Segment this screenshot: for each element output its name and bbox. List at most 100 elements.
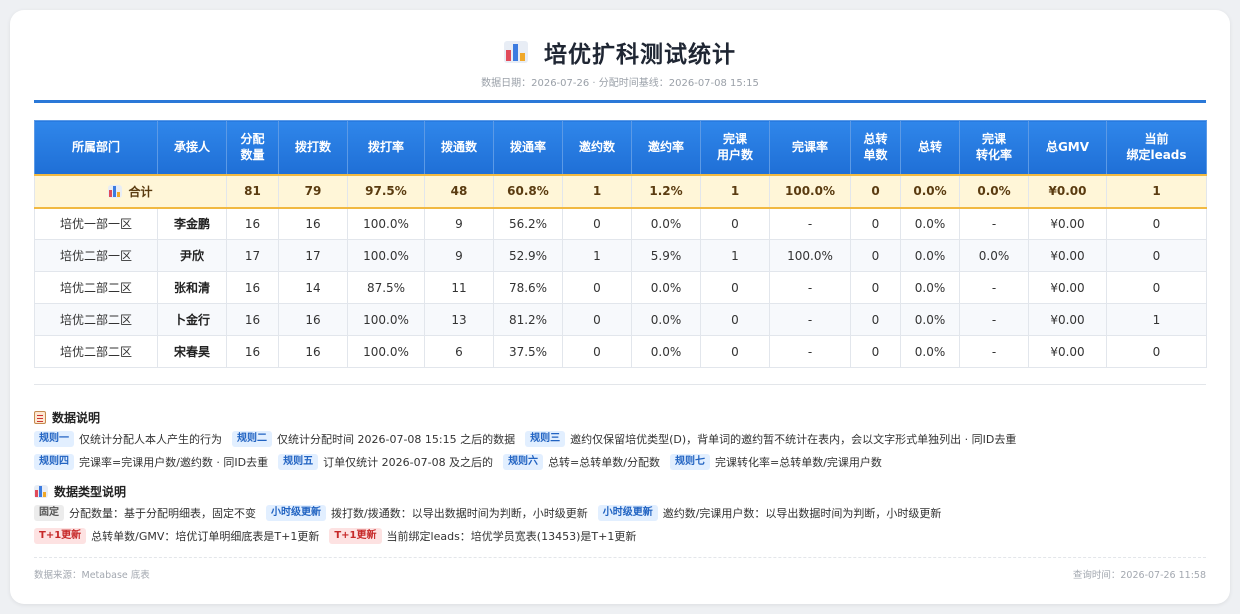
table-cell: -: [959, 207, 1029, 240]
rule-text: 仅统计分配人本人产生的行为: [79, 433, 222, 446]
table-cell: 0.0%: [631, 303, 701, 336]
column-header: 拨通率: [493, 120, 563, 175]
department-cell: 培优二部二区: [34, 271, 158, 304]
table-cell: 0.0%: [900, 239, 960, 272]
rule-text: 拨打数/拨通数：以导出数据时间为判断，小时级更新: [331, 507, 588, 520]
column-header: 拨打数: [278, 120, 348, 175]
rule-text: 完课率=完课用户数/邀约数 · 同ID去重: [79, 456, 269, 469]
table-cell: ¥0.00: [1028, 271, 1107, 304]
table-cell: 0.0%: [959, 239, 1029, 272]
table-cell: 0: [850, 271, 901, 304]
table-cell: 1: [562, 239, 632, 272]
rule-tag: 规则二: [232, 431, 272, 447]
column-header: 分配 数量: [226, 120, 279, 175]
table-cell: 16: [278, 207, 348, 240]
note-line: T+1更新 总转单数/GMV：培优订单明细底表是T+1更新 T+1更新 当前绑定lea…: [34, 526, 1206, 546]
table-cell: 0: [562, 271, 632, 304]
column-header: 总转: [900, 120, 960, 175]
table-row: 培优二部二区 张和清 16 14 87.5% 11 78.6% 0 0.0% 0-0 0.0% - ¥0…: [34, 271, 1207, 304]
total-cell: 100.0%: [769, 173, 851, 209]
total-cell: 1: [1106, 173, 1207, 209]
column-header: 邀约数: [562, 120, 632, 175]
column-header: 拨通数: [424, 120, 494, 175]
table-cell: 1: [700, 239, 770, 272]
page-subtitle: 数据日期：2026-07-26 · 分配时间基线：2026-07-08 15:1…: [481, 78, 759, 89]
column-header: 总转 单数: [850, 120, 901, 175]
table-cell: 100.0%: [347, 239, 425, 272]
total-cell: 1: [562, 173, 632, 209]
table-cell: 16: [226, 335, 279, 368]
table-cell: 0: [850, 303, 901, 336]
rule-tag: 规则一: [34, 431, 74, 447]
rule-text: 总转=总转单数/分配数: [548, 456, 660, 469]
department-cell: 培优二部二区: [34, 335, 158, 368]
assignee-cell: 李金鹏: [157, 207, 227, 240]
column-header: 完课 转化率: [959, 120, 1029, 175]
table-cell: 0: [1106, 271, 1207, 304]
table-cell: 100.0%: [347, 207, 425, 240]
table-cell: 16: [226, 303, 279, 336]
table-cell: 0: [700, 303, 770, 336]
footer: 数据来源：Metabase 底表 查询时间：2026-07-26 11:58: [34, 567, 1206, 581]
table-row: 培优二部一区 尹欣 17 17 100.0% 9 52.9% 1 5.9% 1 100.0% 0 0.0…: [34, 239, 1207, 272]
table-cell: 0.0%: [900, 303, 960, 336]
assignee-cell: 卜金行: [157, 303, 227, 336]
clipboard-icon: [34, 410, 46, 424]
table-cell: 16: [226, 207, 279, 240]
rule-text: 当前绑定leads：培优学员宽表(13453)是T+1更新: [386, 530, 637, 543]
rule-tag: 小时级更新: [266, 505, 326, 521]
rule-tag: 规则三: [525, 431, 566, 447]
table-cell: ¥0.00: [1028, 239, 1107, 272]
table-cell: 81.2%: [493, 303, 563, 336]
table-cell: 0.0%: [631, 335, 701, 368]
table-cell: 0.0%: [631, 207, 701, 240]
total-cell: 97.5%: [347, 173, 425, 209]
note-line: 规则一 仅统计分配人本人产生的行为 规则二 仅统计分配时间 2026-07-08 15…: [34, 429, 1206, 449]
rule-tag: 规则六: [503, 454, 544, 470]
rule-text: 邀约数/完课用户数：以导出数据时间为判断，小时级更新: [662, 507, 942, 520]
table-cell: 16: [226, 271, 279, 304]
rule-tag: 小时级更新: [597, 505, 658, 521]
column-header: 拨打率: [347, 120, 425, 175]
department-cell: 培优一部一区: [34, 207, 158, 240]
table-cell: -: [959, 271, 1029, 304]
table-cell: -: [769, 335, 851, 368]
table-cell: 16: [278, 303, 348, 336]
table-cell: 37.5%: [493, 335, 563, 368]
table-cell: -: [959, 335, 1029, 368]
rule-tag: 规则七: [670, 454, 710, 470]
table-row: 培优二部二区 卜金行 16 16 100.0% 13 81.2% 0 0.0% 0-0 0.0% - ¥…: [34, 303, 1207, 336]
table-cell: 6: [424, 335, 494, 368]
table-cell: 0: [700, 335, 770, 368]
table-cell: 87.5%: [347, 271, 425, 304]
column-header: 当前 绑定leads: [1106, 120, 1207, 175]
footer-divider: [34, 557, 1206, 558]
column-header: 总GMV: [1028, 120, 1107, 175]
rule-tag: T+1更新: [34, 528, 87, 544]
data-notes-title: 数据说明: [52, 410, 101, 425]
table-cell: 16: [278, 335, 348, 368]
data-types-title: 数据类型说明: [54, 484, 127, 499]
report-card: 培优扩科测试统计 数据日期：2026-07-26 · 分配时间基线：2026-0…: [10, 10, 1230, 604]
table-cell: 0.0%: [900, 335, 960, 368]
total-cell: 0.0%: [900, 173, 960, 209]
table-header-row: 所属部门 承接人 分配 数量 拨打数 拨打率 拨通数 拨通率 邀约数 邀约率 完课 用户数 完课率 总转单…: [34, 120, 1207, 175]
table-cell: 0.0%: [900, 207, 960, 240]
table-cell: 100.0%: [347, 303, 425, 336]
table-cell: 0: [700, 271, 770, 304]
total-row: 合计 81 79 97.5% 48 60.8% 1 1.2% 1 100.0% 0 0.0% 0.0% ¥…: [34, 173, 1207, 209]
table-cell: 0: [562, 303, 632, 336]
report-header: 培优扩科测试统计 数据日期：2026-07-26 · 分配时间基线：2026-0…: [10, 34, 1230, 89]
total-label: 合计: [128, 184, 153, 199]
data-source: 数据来源：Metabase 底表: [34, 570, 150, 581]
rule-text: 邀约仅保留培优类型(D)，背单词的邀约暂不统计在表内，会以文字形式单独列出 · …: [570, 433, 1017, 446]
table-cell: ¥0.00: [1028, 335, 1107, 368]
table-cell: 5.9%: [631, 239, 701, 272]
table-cell: -: [959, 303, 1029, 336]
assignee-cell: 宋春昊: [157, 335, 227, 368]
table-cell: 0: [562, 335, 632, 368]
column-header: 完课 用户数: [700, 120, 770, 175]
table-cell: 100.0%: [347, 335, 425, 368]
column-header: 所属部门: [34, 120, 158, 175]
bar-chart-icon: [504, 41, 528, 63]
